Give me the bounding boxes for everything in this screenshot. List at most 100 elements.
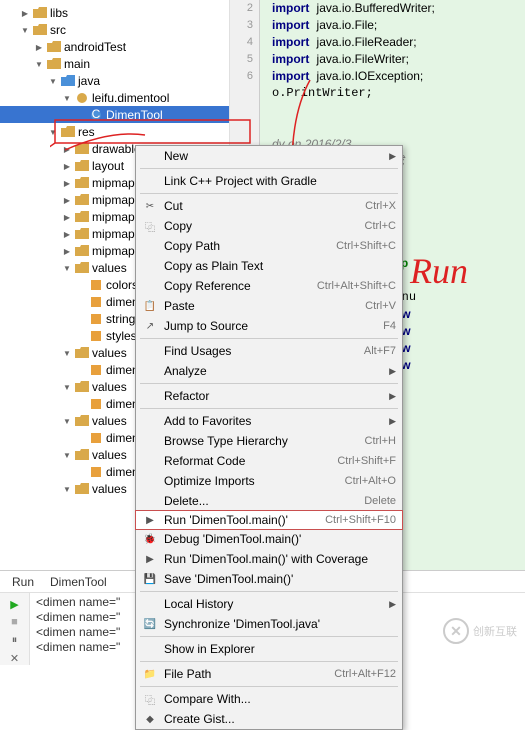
menu-shortcut: Ctrl+Shift+C	[336, 240, 396, 252]
menu-shortcut: F4	[383, 320, 396, 332]
menu-analyze[interactable]: Analyze▶	[136, 361, 402, 381]
tree-item-main[interactable]: main	[0, 55, 229, 72]
menu-item-label: Show in Explorer	[164, 642, 396, 656]
tree-label: drawable	[92, 142, 141, 156]
run-icon[interactable]: ▶	[5, 597, 25, 611]
submenu-arrow-icon: ▶	[389, 391, 396, 402]
menu-shortcut: Ctrl+V	[365, 300, 396, 312]
menu-synchronize-dimentool-java-[interactable]: 🔄Synchronize 'DimenTool.java'	[136, 614, 402, 634]
menu-add-to-favorites[interactable]: Add to Favorites▶	[136, 411, 402, 431]
tree-label: androidTest	[64, 40, 126, 54]
menu-run-dimentool-main-with-coverage[interactable]: ▶Run 'DimenTool.main()' with Coverage	[136, 549, 402, 569]
menu-optimize-imports[interactable]: Optimize ImportsCtrl+Alt+O	[136, 471, 402, 491]
menu-save-dimentool-main-[interactable]: 💾Save 'DimenTool.main()'	[136, 569, 402, 589]
menu-item-icon	[142, 413, 158, 429]
submenu-arrow-icon: ▶	[389, 366, 396, 377]
menu-item-label: Browse Type Hierarchy	[164, 434, 365, 448]
stop-icon[interactable]: ■	[5, 615, 25, 629]
menu-shortcut: Ctrl+X	[365, 200, 396, 212]
folder-icon	[75, 245, 89, 257]
run-config-tab[interactable]: DimenTool	[42, 573, 115, 591]
menu-item-icon: ⿻	[142, 691, 158, 707]
pause-icon[interactable]: ⏸	[5, 633, 25, 647]
tree-label: mipmap	[92, 244, 135, 258]
menu-item-icon	[142, 148, 158, 164]
menu-shortcut: Ctrl+H	[365, 435, 396, 447]
context-menu[interactable]: New▶Link C++ Project with Gradle✂CutCtrl…	[135, 145, 403, 730]
menu-reformat-code[interactable]: Reformat CodeCtrl+Shift+F	[136, 451, 402, 471]
menu-run-dimentool-main-[interactable]: ▶Run 'DimenTool.main()'Ctrl+Shift+F10	[135, 510, 403, 530]
run-tab[interactable]: Run	[4, 573, 42, 591]
close-icon[interactable]: ✕	[5, 651, 25, 665]
menu-cut[interactable]: ✂ CutCtrl+X	[136, 196, 402, 216]
menu-item-label: File Path	[164, 667, 334, 681]
tree-item-leifu-dimentool[interactable]: leifu.dimentool	[0, 89, 229, 106]
menu-item-label: Delete...	[164, 494, 364, 508]
menu-item-icon	[142, 433, 158, 449]
menu-item-icon	[142, 473, 158, 489]
tree-label: main	[64, 57, 90, 71]
tree-label: mipmap	[92, 210, 135, 224]
package-icon	[75, 92, 89, 104]
menu-item-icon: ▶	[142, 512, 158, 528]
tree-item-java[interactable]: java	[0, 72, 229, 89]
tree-label: colors	[106, 278, 138, 292]
menu-item-label: Copy Reference	[164, 279, 317, 293]
menu-compare-with-[interactable]: ⿻ Compare With...	[136, 689, 402, 709]
menu-item-icon	[142, 493, 158, 509]
tree-label: mipmap	[92, 176, 135, 190]
menu-copy[interactable]: ⿻CopyCtrl+C	[136, 216, 402, 236]
menu-item-label: Cut	[164, 199, 365, 213]
menu-shortcut: Delete	[364, 495, 396, 507]
menu-item-icon: ⿻	[142, 218, 158, 234]
menu-item-icon	[142, 388, 158, 404]
menu-shortcut: Ctrl+Alt+Shift+C	[317, 280, 396, 292]
folder-icon	[61, 126, 75, 138]
menu-new[interactable]: New▶	[136, 146, 402, 166]
menu-item-icon	[142, 278, 158, 294]
menu-item-label: Debug 'DimenTool.main()'	[164, 532, 396, 546]
tree-label: values	[92, 414, 127, 428]
tree-label: mipmap	[92, 193, 135, 207]
menu-refactor[interactable]: Refactor▶	[136, 386, 402, 406]
menu-find-usages[interactable]: Find UsagesAlt+F7	[136, 341, 402, 361]
tree-label: values	[92, 346, 127, 360]
tree-item-dimentool[interactable]: C DimenTool	[0, 106, 229, 123]
menu-item-icon	[142, 238, 158, 254]
tree-item-res[interactable]: res	[0, 123, 229, 140]
menu-shortcut: Ctrl+Shift+F	[337, 455, 396, 467]
menu-delete-[interactable]: Delete...Delete	[136, 491, 402, 511]
menu-copy-reference[interactable]: Copy ReferenceCtrl+Alt+Shift+C	[136, 276, 402, 296]
menu-paste[interactable]: 📋PasteCtrl+V	[136, 296, 402, 316]
tree-item-libs[interactable]: libs	[0, 4, 229, 21]
menu-item-label: Link C++ Project with Gradle	[164, 174, 396, 188]
tree-label: values	[92, 380, 127, 394]
svg-text:C: C	[92, 109, 101, 121]
menu-item-icon	[142, 596, 158, 612]
tree-label: libs	[50, 6, 68, 20]
run-toolbar: ▶ ■ ⏸ ✕	[0, 593, 30, 665]
menu-item-label: Compare With...	[164, 692, 396, 706]
tree-label: DimenTool	[106, 108, 163, 122]
menu-copy-as-plain-text[interactable]: Copy as Plain Text	[136, 256, 402, 276]
menu-item-icon: ✂	[142, 198, 158, 214]
menu-copy-path[interactable]: Copy PathCtrl+Shift+C	[136, 236, 402, 256]
folder-icon	[75, 449, 89, 461]
menu-debug-dimentool-main-[interactable]: 🐞Debug 'DimenTool.main()'	[136, 529, 402, 549]
menu-browse-type-hierarchy[interactable]: Browse Type HierarchyCtrl+H	[136, 431, 402, 451]
tree-item-androidtest[interactable]: androidTest	[0, 38, 229, 55]
tree-label: mipmap	[92, 227, 135, 241]
tree-label: styles	[106, 329, 137, 343]
menu-create-gist-[interactable]: ◆Create Gist...	[136, 709, 402, 729]
folder-icon	[33, 24, 47, 36]
folder-icon	[75, 347, 89, 359]
menu-jump-to-source[interactable]: ↗Jump to SourceF4	[136, 316, 402, 336]
xml-icon	[89, 432, 103, 444]
menu-file-path[interactable]: 📁File PathCtrl+Alt+F12	[136, 664, 402, 684]
menu-show-in-explorer[interactable]: Show in Explorer	[136, 639, 402, 659]
menu-link-c-project-with-gradle[interactable]: Link C++ Project with Gradle	[136, 171, 402, 191]
tree-item-src[interactable]: src	[0, 21, 229, 38]
menu-local-history[interactable]: Local History▶	[136, 594, 402, 614]
menu-item-label: Save 'DimenTool.main()'	[164, 572, 396, 586]
menu-item-label: Paste	[164, 299, 365, 313]
